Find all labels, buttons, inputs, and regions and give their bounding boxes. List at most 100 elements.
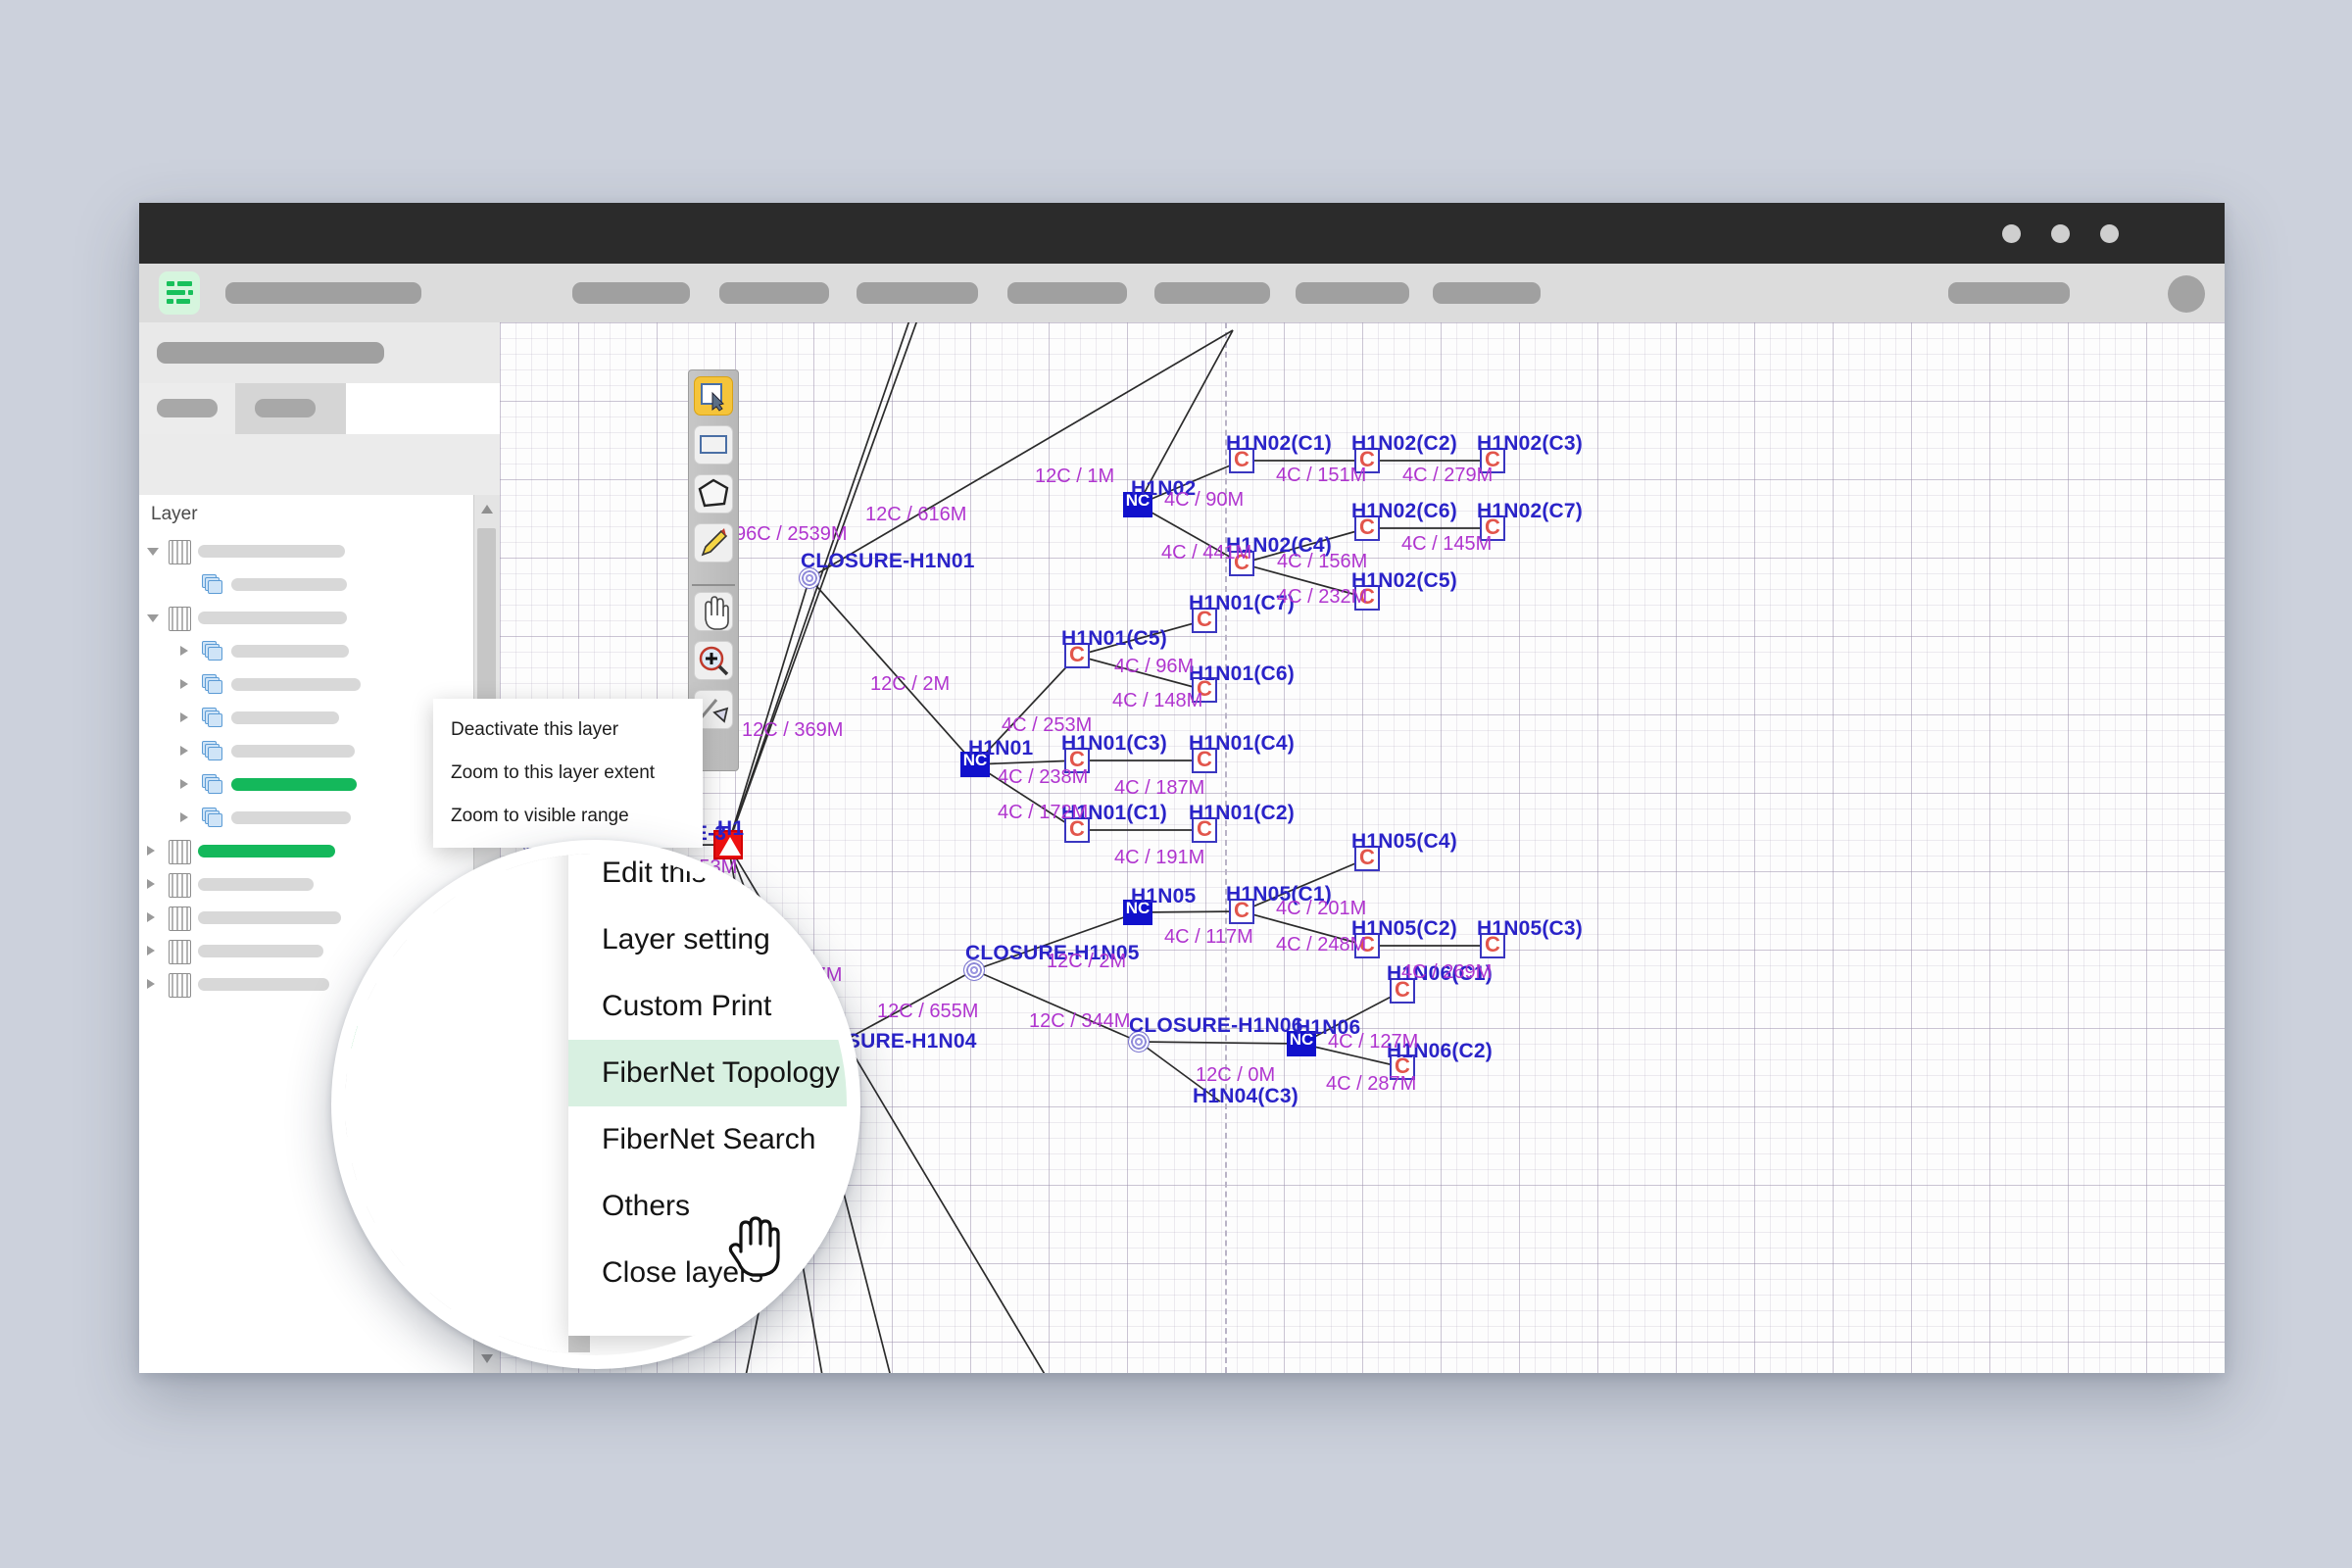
- magnified-menu-item[interactable]: Layer setting: [568, 906, 847, 973]
- scroll-down-arrow-icon[interactable]: [481, 1354, 493, 1363]
- topology-edge-label: 4C / 172M: [998, 802, 1089, 823]
- application-window: Layer H1CLOSURE-3CLOSURE-H1N01CLOSURE-H1…: [139, 203, 2225, 1373]
- scroll-up-arrow-icon[interactable]: [481, 505, 493, 514]
- topology-edge-label: 4C / 156M: [1277, 551, 1368, 572]
- toolbar-item-6[interactable]: [1154, 282, 1270, 304]
- magnified-context-menu[interactable]: Edit this layer Layer setting Custom Print…: [568, 854, 847, 1336]
- application-toolbar: [139, 264, 2225, 323]
- toolbar-item-3[interactable]: [719, 282, 829, 304]
- layer-tree-row[interactable]: [139, 534, 500, 567]
- chevron-right-icon[interactable]: [147, 946, 155, 956]
- topology-edge-label: 4C / 269M: [1401, 961, 1493, 983]
- topology-edge-label: 12C / 655M: [877, 1001, 979, 1022]
- toolbar-item-4[interactable]: [857, 282, 978, 304]
- topology-node-label: H1N05(C3): [1477, 917, 1583, 940]
- tab-two-label: [255, 399, 316, 417]
- zoom-in-tool[interactable]: [694, 641, 733, 680]
- chevron-right-icon[interactable]: [147, 879, 155, 889]
- panel-search-placeholder[interactable]: [157, 342, 384, 364]
- toolbar-item-9[interactable]: [1948, 282, 2070, 304]
- chevron-right-icon[interactable]: [147, 979, 155, 989]
- layer-group-icon: [169, 540, 191, 564]
- topology-edge-label: 12C / 344M: [1029, 1010, 1131, 1032]
- context-menu-item[interactable]: Zoom to this layer extent: [433, 752, 703, 795]
- topology-node-label: H1N02(C3): [1477, 432, 1583, 455]
- layer-group-icon: [169, 906, 191, 931]
- topology-node-label: H1N01: [968, 737, 1034, 760]
- chevron-right-icon[interactable]: [180, 779, 188, 789]
- chevron-right-icon[interactable]: [180, 812, 188, 822]
- magnified-menu-item-label: FiberNet Search: [602, 1123, 816, 1155]
- select-tool[interactable]: [694, 376, 733, 416]
- topology-node-label: CLOSURE-H1N01: [801, 550, 975, 572]
- topology-node-label: CLOSURE-H1N06: [1129, 1014, 1303, 1037]
- layer-tree-row[interactable]: [139, 634, 500, 667]
- chevron-down-icon[interactable]: [147, 548, 159, 561]
- chevron-right-icon[interactable]: [180, 712, 188, 722]
- window-minimize-dot[interactable]: [2051, 224, 2070, 243]
- toolbar-item-8[interactable]: [1433, 282, 1541, 304]
- tab-one[interactable]: [139, 383, 235, 434]
- polygon-tool[interactable]: [694, 474, 733, 514]
- tab-two-active[interactable]: [235, 383, 346, 434]
- toolbar-item-5[interactable]: [1007, 282, 1127, 304]
- layer-name-placeholder: [198, 978, 329, 991]
- layer-name-placeholder: [198, 845, 335, 858]
- topology-edge-label: 4C / 187M: [1114, 777, 1205, 799]
- topology-edge-label: 12C / 2M: [1047, 951, 1127, 972]
- window-titlebar: [139, 203, 2225, 264]
- layer-stack-icon: [202, 741, 223, 761]
- topology-edge-label: 4C / 148M: [1112, 690, 1203, 711]
- topology-edge-label: 4C / 145M: [1401, 533, 1493, 555]
- topology-edge-label: 4C / 96M: [1114, 656, 1195, 677]
- context-menu-item[interactable]: Deactivate this layer: [433, 709, 703, 752]
- panel-search-row: [139, 322, 500, 383]
- magnified-menu-item[interactable]: Close layers: [568, 1240, 847, 1306]
- topology-node-label: H1N02(C6): [1351, 500, 1457, 522]
- toolbar-item-7[interactable]: [1296, 282, 1409, 304]
- chevron-right-icon[interactable]: [180, 746, 188, 756]
- app-logo-icon: [159, 271, 200, 315]
- layer-group-icon: [169, 607, 191, 631]
- window-maximize-dot[interactable]: [2100, 224, 2119, 243]
- context-menu-item[interactable]: Zoom to visible range: [433, 795, 703, 838]
- magnifier-loupe: ...to visible s Edit this layerLayer set…: [331, 840, 860, 1369]
- layer-column-header: Layer: [139, 495, 500, 535]
- magnified-menu-item[interactable]: FiberNet Search: [568, 1106, 847, 1173]
- layer-tree-row[interactable]: [139, 667, 500, 701]
- chevron-right-icon[interactable]: [180, 646, 188, 656]
- chevron-down-icon[interactable]: [147, 614, 159, 627]
- magnified-menu-item[interactable]: Others: [568, 1173, 847, 1240]
- layer-name-placeholder: [231, 778, 357, 791]
- chevron-right-icon[interactable]: [180, 679, 188, 689]
- avatar[interactable]: [2168, 275, 2205, 313]
- layer-tree-row[interactable]: [139, 601, 500, 634]
- layer-group-icon: [169, 940, 191, 964]
- chevron-right-icon[interactable]: [147, 846, 155, 856]
- layer-stack-icon: [202, 774, 223, 795]
- toolbar-item-1[interactable]: [225, 282, 421, 304]
- layer-stack-icon: [202, 641, 223, 662]
- magnified-menu-item[interactable]: FiberNet Topology: [568, 1040, 847, 1106]
- magnified-menu-item[interactable]: Edit this layer: [568, 854, 847, 906]
- magnified-menu-item-label: Custom Print: [602, 990, 772, 1022]
- window-close-dot[interactable]: [2002, 224, 2021, 243]
- hand-cursor-icon: [728, 1216, 780, 1277]
- magnified-menu-backdrop: [345, 854, 568, 1355]
- topology-edge-label: 4C / 248M: [1276, 934, 1367, 956]
- layer-tree-row[interactable]: [139, 567, 500, 601]
- layer-name-placeholder: [231, 811, 351, 824]
- magnified-menu-item[interactable]: Custom Print: [568, 973, 847, 1040]
- pencil-tool[interactable]: [694, 523, 733, 563]
- topology-edge: [1138, 1041, 1302, 1045]
- topology-edge: [974, 760, 1078, 765]
- layer-stack-icon: [202, 708, 223, 728]
- layer-context-menu[interactable]: Deactivate this layer Zoom to this layer …: [433, 699, 703, 848]
- topology-edge-label: 4C / 279M: [1402, 465, 1494, 486]
- topology-trunk-edge: [727, 322, 910, 846]
- chevron-right-icon[interactable]: [147, 912, 155, 922]
- rectangle-tool[interactable]: [694, 425, 733, 465]
- topology-edge-label: 12C / 616M: [865, 504, 967, 525]
- toolbar-item-2[interactable]: [572, 282, 690, 304]
- pan-tool[interactable]: [694, 592, 733, 631]
